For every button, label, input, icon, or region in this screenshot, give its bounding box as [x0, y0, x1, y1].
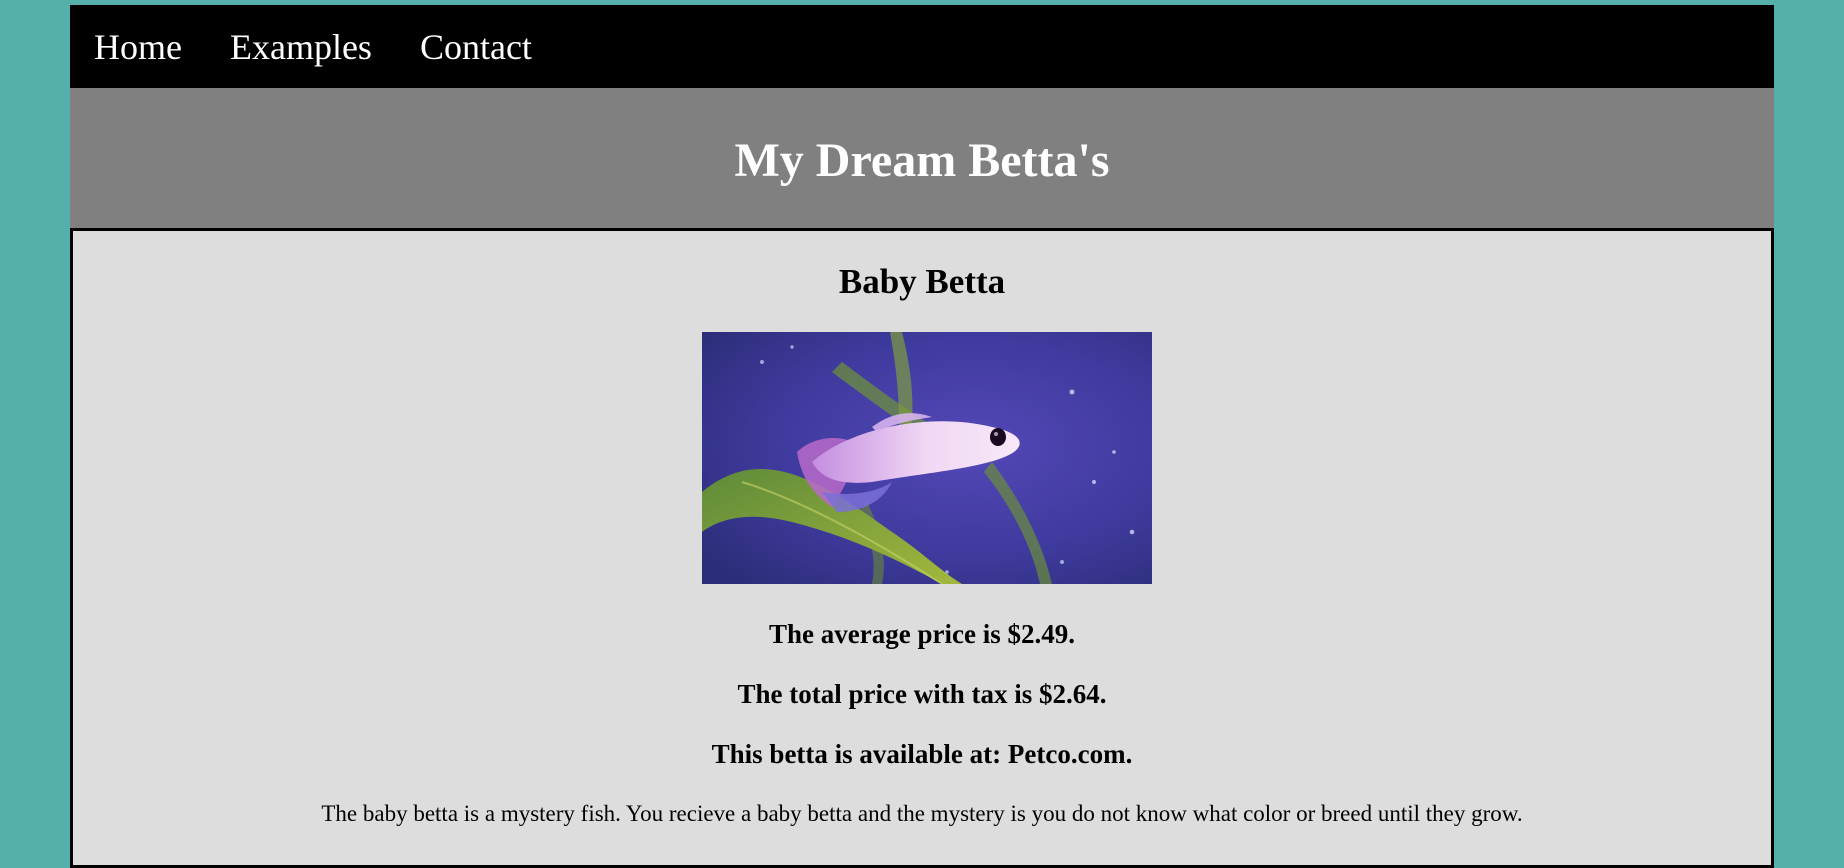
- nav-link-home[interactable]: Home: [94, 29, 182, 65]
- product-card: Baby Betta The average price is $2.49. T…: [70, 228, 1774, 868]
- page-container: Home Examples Contact My Dream Betta's B…: [70, 5, 1774, 868]
- page-title: My Dream Betta's: [734, 133, 1110, 187]
- product-description: The baby betta is a mystery fish. You re…: [321, 801, 1523, 826]
- product-title: Baby Betta: [838, 262, 1006, 301]
- total-price-text: The total price with tax is $2.64.: [737, 679, 1107, 709]
- average-price-text: The average price is $2.49.: [769, 619, 1075, 649]
- betta-fish-image: [702, 332, 1152, 584]
- availability-text: This betta is available at: Petco.com.: [711, 739, 1133, 769]
- page-header: My Dream Betta's: [70, 88, 1774, 228]
- nav-link-contact[interactable]: Contact: [420, 29, 532, 65]
- nav-link-examples[interactable]: Examples: [230, 29, 372, 65]
- top-nav: Home Examples Contact: [70, 5, 1774, 88]
